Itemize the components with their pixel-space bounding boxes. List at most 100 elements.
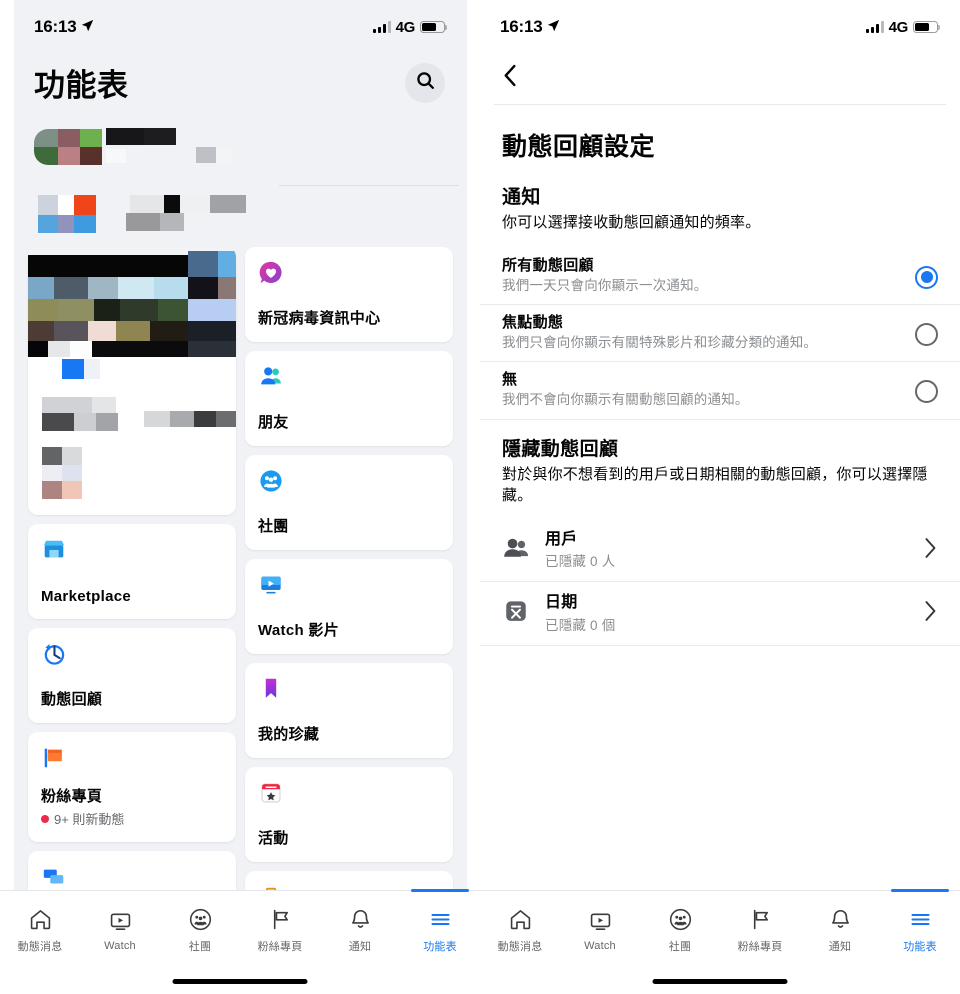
location-arrow-icon bbox=[547, 17, 560, 37]
chevron-left-icon bbox=[502, 64, 519, 93]
row-title: 用戶 bbox=[545, 531, 578, 549]
settings-page-title: 動態回顧設定 bbox=[502, 133, 656, 161]
flag-icon bbox=[268, 907, 293, 933]
pages-flag-icon bbox=[41, 745, 67, 771]
notification-frequency-options: 所有動態回顧 我們一天只會向你顯示一次通知。 焦點動態 我們只會向你顯示有關特殊… bbox=[480, 248, 960, 420]
battery-icon bbox=[913, 20, 941, 34]
menu-card-friends[interactable]: 朋友 bbox=[245, 351, 453, 446]
bell-icon bbox=[828, 907, 853, 933]
hide-row-people[interactable]: 用戶 已隱藏 0 人 bbox=[480, 519, 960, 583]
marketplace-icon bbox=[41, 537, 67, 563]
menu-card-sub-label: 9+ 則新動態 bbox=[54, 812, 125, 827]
tab-news-feed[interactable]: 動態消息 bbox=[480, 899, 560, 961]
tab-label: Watch bbox=[584, 939, 616, 952]
flag-icon bbox=[748, 907, 773, 933]
menu-card-label: Marketplace bbox=[41, 588, 132, 605]
tab-label: 粉絲專頁 bbox=[737, 940, 783, 953]
tab-menu[interactable]: 功能表 bbox=[400, 889, 480, 961]
tab-groups[interactable]: 社團 bbox=[160, 899, 240, 961]
radio-option-none[interactable]: 無 我們不會向你顯示有關動態回顧的通知。 bbox=[480, 362, 960, 420]
menu-card-pages[interactable]: 粉絲專頁 9+ 則新動態 bbox=[28, 732, 236, 842]
home-icon bbox=[508, 907, 533, 933]
tab-bar-left: 動態消息 Watch 社團 粉絲專頁 通知 功能表 bbox=[0, 889, 480, 994]
menu-card-events[interactable]: 活動 bbox=[245, 767, 453, 862]
tab-notifications[interactable]: 通知 bbox=[800, 899, 880, 961]
menu-card-marketplace[interactable]: Marketplace bbox=[28, 524, 236, 619]
status-time-group: 16:13 bbox=[500, 17, 560, 37]
status-bar-right: 16:13 4G bbox=[480, 0, 960, 54]
option-text: 焦點動態 我們只會向你顯示有關特殊影片和珍藏分類的通知。 bbox=[502, 314, 905, 351]
option-text: 所有動態回顧 我們一天只會向你顯示一次通知。 bbox=[502, 257, 905, 294]
menu-card-label: 活動 bbox=[258, 830, 289, 847]
menu-card-label: 社團 bbox=[258, 518, 289, 535]
option-desc: 我們不會向你顯示有關動態回顧的通知。 bbox=[502, 392, 749, 408]
location-arrow-icon bbox=[81, 17, 94, 37]
tab-label: 粉絲專頁 bbox=[257, 940, 303, 953]
row-text: 日期 已隱藏 0 個 bbox=[545, 593, 909, 633]
back-button[interactable] bbox=[480, 54, 960, 104]
row-subtitle: 已隱藏 0 人 bbox=[545, 554, 616, 570]
page-title: 功能表 bbox=[34, 68, 129, 103]
tab-news-feed[interactable]: 動態消息 bbox=[0, 899, 80, 961]
tab-bar-right: 動態消息 Watch 社團 粉絲專頁 通知 功能表 bbox=[480, 889, 960, 994]
tab-pages[interactable]: 粉絲專頁 bbox=[720, 899, 800, 961]
groups-icon bbox=[258, 468, 284, 494]
menu-cards-grid: Marketplace 動態回顧 粉絲專頁 9+ 則新動態 新冠病毒資訊中心 朋… bbox=[14, 247, 467, 941]
home-indicator bbox=[652, 979, 788, 984]
menu-card-label: 朋友 bbox=[258, 414, 289, 431]
tab-pages[interactable]: 粉絲專頁 bbox=[240, 899, 320, 961]
menu-card-covid-info[interactable]: 新冠病毒資訊中心 bbox=[245, 247, 453, 342]
status-time-group: 16:13 bbox=[34, 17, 94, 37]
tab-label: 社團 bbox=[188, 940, 212, 953]
radio-option-highlights[interactable]: 焦點動態 我們只會向你顯示有關特殊影片和珍藏分類的通知。 bbox=[480, 305, 960, 363]
feeds-icon bbox=[41, 864, 67, 890]
status-time: 16:13 bbox=[34, 17, 77, 36]
left-phone-screen: 16:13 4G 功能表 Marketplace 動態回顧 粉絲專頁 9+ 則新… bbox=[0, 0, 480, 994]
home-icon bbox=[28, 907, 53, 933]
unread-dot-icon bbox=[41, 814, 49, 823]
hide-memories-section-title: 隱藏動態回顧 bbox=[502, 438, 619, 460]
radio-button[interactable] bbox=[915, 323, 938, 347]
tab-label: 功能表 bbox=[903, 940, 937, 953]
tab-notifications[interactable]: 通知 bbox=[320, 899, 400, 961]
tab-label: 通知 bbox=[348, 940, 372, 953]
tab-label: 動態消息 bbox=[497, 940, 543, 953]
right-phone-screen: 16:13 4G 動態回顧設定 通知 你可以選擇接收動態回顧通知的頻率。 所有動… bbox=[480, 0, 960, 994]
tab-label: Watch bbox=[104, 939, 136, 952]
menu-card-label: 我的珍藏 bbox=[258, 726, 320, 743]
menu-card-saved[interactable]: 我的珍藏 bbox=[245, 663, 453, 758]
radio-option-all-memories[interactable]: 所有動態回顧 我們一天只會向你顯示一次通知。 bbox=[480, 248, 960, 306]
notifications-section-title: 通知 bbox=[502, 187, 541, 208]
tab-watch[interactable]: Watch bbox=[560, 899, 640, 961]
hide-row-dates[interactable]: 日期 已隱藏 0 個 bbox=[480, 582, 960, 646]
watch-video-icon bbox=[258, 572, 284, 598]
menu-card-label: 動態回顧 bbox=[41, 691, 103, 708]
status-right-group: 4G bbox=[865, 18, 941, 36]
status-right-group: 4G bbox=[372, 19, 448, 36]
tab-groups[interactable]: 社團 bbox=[640, 899, 720, 961]
watch-icon bbox=[588, 909, 613, 935]
redacted-profile-area bbox=[34, 123, 459, 243]
people-icon bbox=[502, 535, 532, 566]
menu-card-label: 新冠病毒資訊中心 bbox=[258, 310, 381, 327]
radio-button[interactable] bbox=[915, 380, 938, 404]
option-desc: 我們一天只會向你顯示一次通知。 bbox=[502, 277, 708, 293]
tab-label: 社團 bbox=[668, 940, 692, 953]
menu-card-watch[interactable]: Watch 影片 bbox=[245, 559, 453, 654]
home-indicator bbox=[172, 979, 308, 984]
groups-circle-icon bbox=[668, 907, 693, 933]
tab-watch[interactable]: Watch bbox=[80, 899, 160, 961]
tab-menu[interactable]: 功能表 bbox=[880, 889, 960, 961]
option-title: 所有動態回顧 bbox=[502, 256, 594, 274]
friends-icon bbox=[258, 364, 284, 390]
status-bar-left: 16:13 4G bbox=[14, 0, 467, 54]
network-label: 4G bbox=[888, 18, 909, 36]
radio-button[interactable] bbox=[915, 265, 938, 289]
menu-cards-right-column: 新冠病毒資訊中心 朋友 社團 Watch 影片 我的珍藏 活動 bbox=[245, 247, 453, 941]
redacted-photo-card[interactable] bbox=[28, 247, 236, 515]
tab-label: 動態消息 bbox=[17, 940, 63, 953]
menu-card-memories[interactable]: 動態回顧 bbox=[28, 628, 236, 723]
search-button[interactable] bbox=[405, 62, 445, 103]
menu-card-groups[interactable]: 社團 bbox=[245, 455, 453, 550]
signal-bars-icon bbox=[865, 21, 884, 33]
